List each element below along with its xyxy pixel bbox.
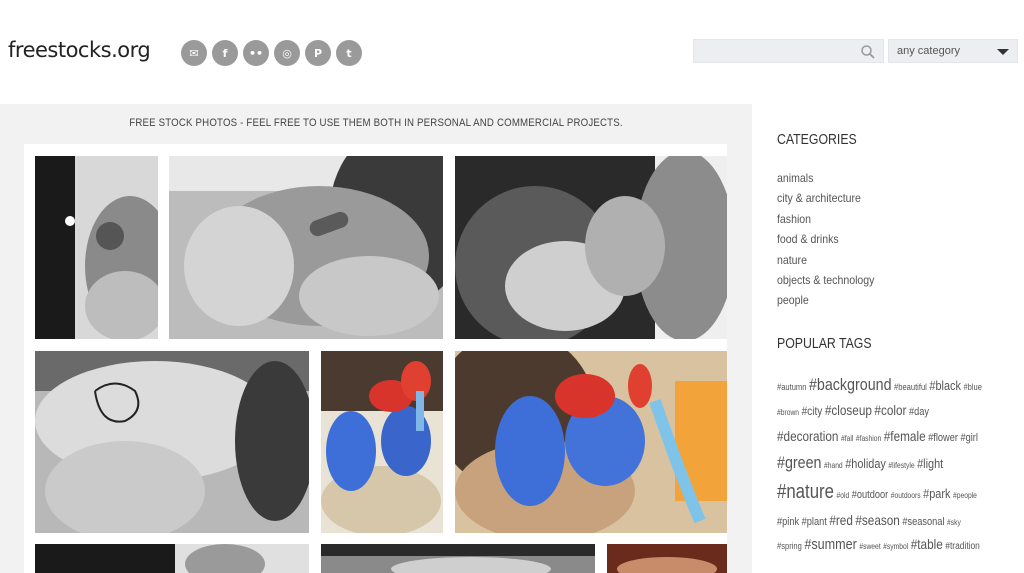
photo-tattoo-color-2[interactable] xyxy=(455,351,727,533)
category-link[interactable]: animals xyxy=(777,168,874,188)
social-links: ✉ f •• ◎ Pt xyxy=(181,40,362,66)
tag-link[interactable]: #sky xyxy=(947,518,961,527)
tag-row: #brown #city #closeup #color #day xyxy=(777,398,983,423)
instagram-icon[interactable]: ◎ xyxy=(274,40,300,66)
tag-link[interactable]: #pink xyxy=(777,516,799,528)
category-link[interactable]: nature xyxy=(777,250,874,270)
tag-row: #nature #old #outdoor #outdoors #park #people xyxy=(777,477,983,508)
tag-link[interactable]: #day xyxy=(909,406,929,418)
tag-link[interactable]: #female xyxy=(884,428,926,444)
tag-link[interactable]: #black xyxy=(929,378,961,393)
category-select-value: any category xyxy=(897,45,960,57)
page-tagline: FREE STOCK PHOTOS - FEEL FREE TO USE THE… xyxy=(129,117,623,129)
tag-link[interactable]: #old xyxy=(837,491,850,500)
tag-row: #autumn #background #beautiful #black #blue xyxy=(777,372,983,398)
tag-row: #green #hand #holiday #lifestyle #light xyxy=(777,449,983,477)
category-link[interactable]: people xyxy=(777,290,874,310)
tag-link[interactable]: #hand xyxy=(824,461,843,470)
facebook-icon[interactable]: f xyxy=(212,40,238,66)
tag-link[interactable]: #season xyxy=(855,512,899,528)
tag-row: #spring #summer #sweet #symbol #table #tradit… xyxy=(777,532,983,556)
photo-tattoo-color-1[interactable] xyxy=(321,351,443,533)
search-box xyxy=(693,39,884,63)
tag-link[interactable]: #table xyxy=(911,536,943,552)
categories-heading: CATEGORIES xyxy=(777,131,857,148)
pinterest-icon[interactable]: P xyxy=(305,40,331,66)
photo-grid xyxy=(24,144,727,573)
tag-link[interactable]: #green xyxy=(777,453,821,472)
tag-row: #decoration #fall #fashion #female #flower #g… xyxy=(777,423,983,449)
tag-link[interactable]: #outdoor xyxy=(852,489,888,501)
tag-link[interactable]: #seasonal xyxy=(902,516,944,528)
category-select[interactable]: any category xyxy=(888,39,1018,63)
tag-link[interactable]: #color xyxy=(874,402,906,418)
tag-link[interactable]: #outdoors xyxy=(891,491,921,500)
popular-tags-heading: POPULAR TAGS xyxy=(777,335,872,352)
chevron-down-icon xyxy=(997,49,1009,55)
main-panel: FREE STOCK PHOTOS - FEEL FREE TO USE THE… xyxy=(0,104,752,573)
tag-link[interactable]: #summer xyxy=(804,536,857,553)
tag-link[interactable]: #girl xyxy=(960,432,977,444)
tag-link[interactable]: #fall xyxy=(841,434,853,443)
tag-link[interactable]: #flower xyxy=(928,432,958,444)
tag-row: #pink #plant #red #season #seasonal #sky xyxy=(777,508,983,532)
tag-link[interactable]: #people xyxy=(953,491,977,500)
tag-link[interactable]: #beautiful xyxy=(894,382,927,392)
photo-portrait-bw[interactable] xyxy=(35,544,309,573)
tag-cloud: #autumn #background #beautiful #black #blue #… xyxy=(777,372,1022,556)
category-link[interactable]: fashion xyxy=(777,209,874,229)
mail-icon[interactable]: ✉ xyxy=(181,40,207,66)
flickr-icon[interactable]: •• xyxy=(243,40,269,66)
tag-link[interactable]: #brown xyxy=(777,408,799,417)
tag-link[interactable]: #tradition xyxy=(945,541,980,552)
tag-link[interactable]: #red xyxy=(829,512,853,528)
tag-link[interactable]: #park xyxy=(923,486,950,501)
tag-link[interactable]: #background xyxy=(809,375,892,394)
tag-link[interactable]: #symbol xyxy=(883,542,908,551)
tag-link[interactable]: #nature xyxy=(777,481,834,503)
tag-link[interactable]: #city xyxy=(802,404,823,418)
tag-link[interactable]: #closeup xyxy=(825,402,872,418)
tag-link[interactable]: #holiday xyxy=(845,456,886,471)
site-logo[interactable]: freestocks.org xyxy=(8,38,151,62)
photo-tattoo-bw-2[interactable] xyxy=(169,156,443,339)
tag-link[interactable]: #lifestyle xyxy=(888,461,914,470)
twitter-icon[interactable]: t xyxy=(336,40,362,66)
photo-color-scene[interactable] xyxy=(607,544,727,573)
category-link[interactable]: food & drinks xyxy=(777,229,874,249)
photo-tattoo-bw-1[interactable] xyxy=(35,156,158,339)
photo-tattoo-bw-3[interactable] xyxy=(455,156,727,339)
tag-link[interactable]: #decoration xyxy=(777,428,838,444)
category-link[interactable]: objects & technology xyxy=(777,270,874,290)
search-input[interactable] xyxy=(694,40,854,63)
tag-link[interactable]: #light xyxy=(917,456,943,471)
tag-link[interactable]: #autumn xyxy=(777,382,806,392)
tag-link[interactable]: #sweet xyxy=(859,542,880,551)
category-link[interactable]: city & architecture xyxy=(777,188,874,208)
tag-link[interactable]: #fashion xyxy=(856,434,881,443)
tag-link[interactable]: #blue xyxy=(963,382,982,392)
tag-link[interactable]: #spring xyxy=(777,541,802,551)
search-icon[interactable] xyxy=(861,44,875,63)
tag-link[interactable]: #plant xyxy=(802,516,827,528)
category-list: animals city & architecture fashion food & … xyxy=(777,168,888,311)
photo-bw-scene[interactable] xyxy=(321,544,595,573)
photo-tattoo-bw-4[interactable] xyxy=(35,351,309,533)
